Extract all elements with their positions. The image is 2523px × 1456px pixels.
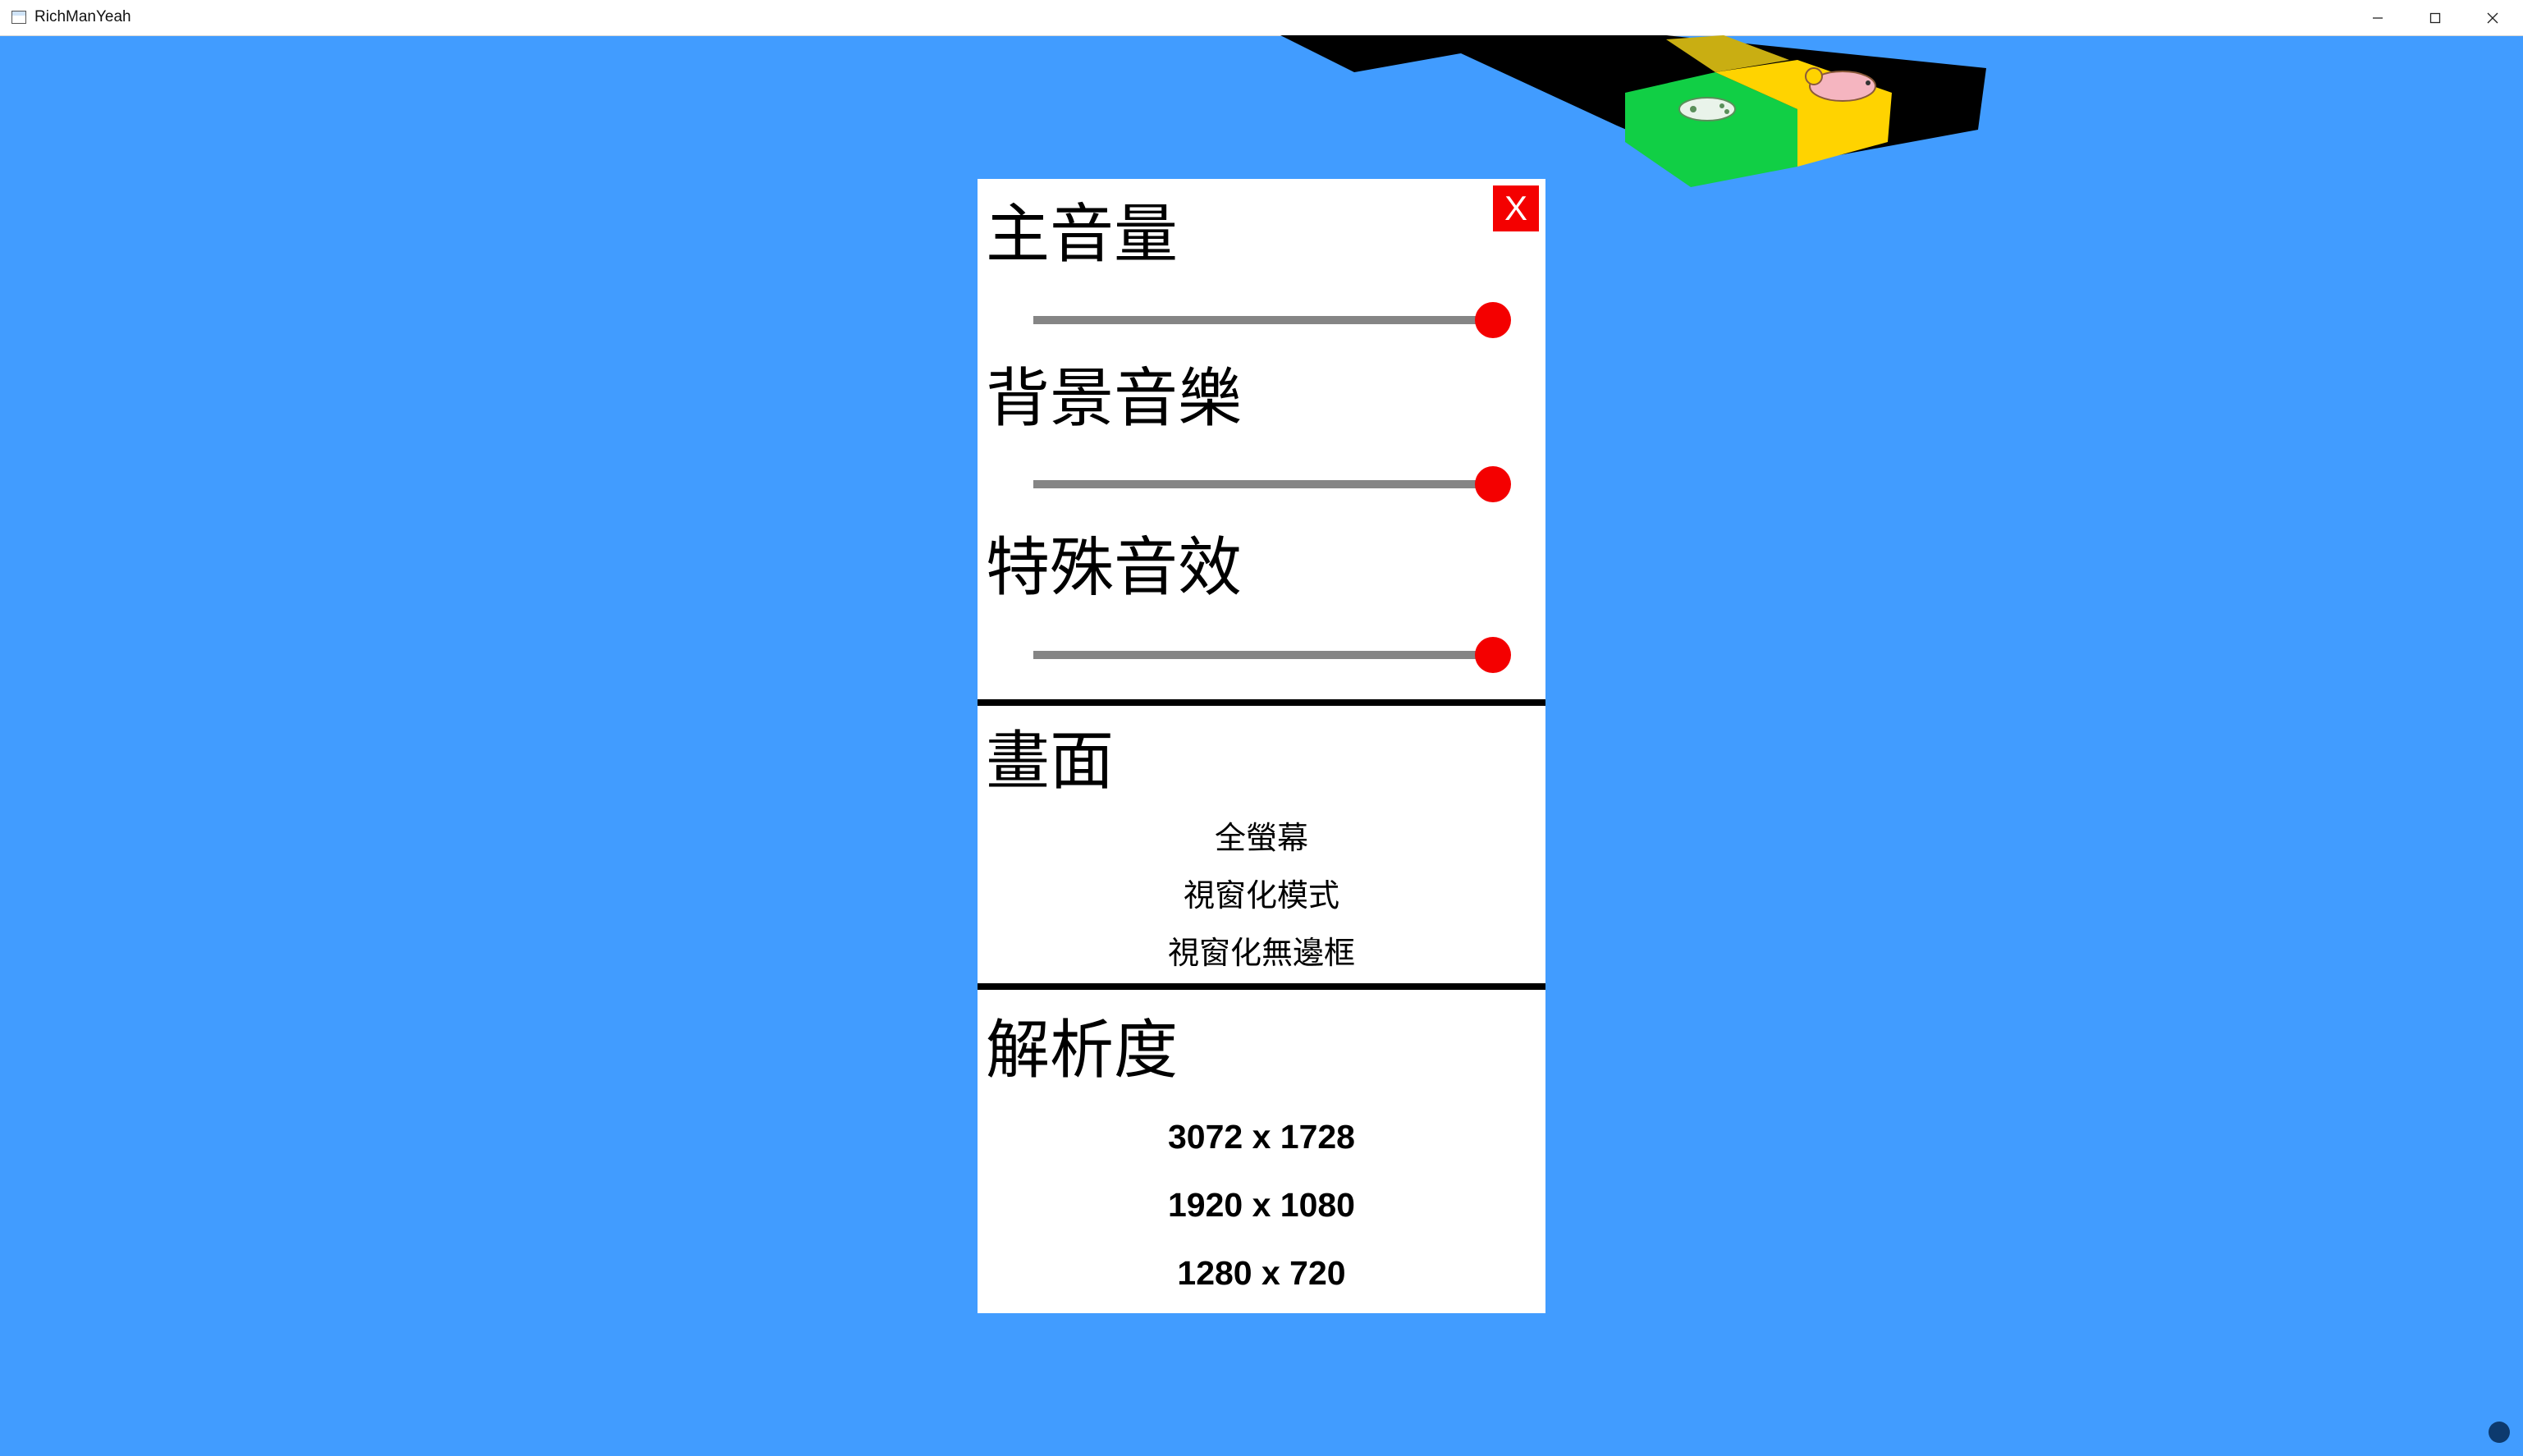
app-window-icon — [11, 11, 26, 24]
settings-close-button[interactable]: X — [1493, 185, 1539, 231]
window-close-button[interactable] — [2464, 0, 2521, 35]
minimize-button[interactable] — [2349, 0, 2406, 35]
display-option-borderless[interactable]: 視窗化無邊框 — [978, 932, 1545, 973]
game-board — [1280, 35, 1986, 187]
slider-track — [1033, 316, 1493, 324]
display-option-windowed[interactable]: 視窗化模式 — [978, 875, 1545, 916]
gamepad-icon — [1678, 97, 1736, 121]
master-volume-slider[interactable] — [1033, 302, 1511, 338]
maximize-icon — [2429, 12, 2441, 23]
section-divider — [978, 983, 1545, 990]
title-bar: RichManYeah — [0, 0, 2523, 36]
bgm-volume-slider[interactable] — [1033, 466, 1511, 502]
slider-thumb[interactable] — [1475, 302, 1511, 338]
display-mode-title: 畫面 — [986, 725, 1115, 799]
display-option-fullscreen[interactable]: 全螢幕 — [978, 817, 1545, 858]
resolution-option-3072[interactable]: 3072 x 1728 — [978, 1116, 1545, 1157]
master-volume-title: 主音量 — [986, 198, 1179, 272]
slider-track — [1033, 480, 1493, 488]
game-window: RichManYeah X 主音量 背景音樂 特殊音效 畫面 全螢幕 視窗化模式… — [0, 0, 2523, 1456]
slider-thumb[interactable] — [1475, 466, 1511, 502]
section-divider — [978, 699, 1545, 706]
resolution-option-1280[interactable]: 1280 x 720 — [978, 1252, 1545, 1293]
resolution-option-1920[interactable]: 1920 x 1080 — [978, 1184, 1545, 1225]
settings-panel: X 主音量 背景音樂 特殊音效 畫面 全螢幕 視窗化模式 視窗化無邊框 解析度 … — [978, 179, 1545, 1313]
slider-track — [1033, 651, 1493, 659]
minimize-icon — [2373, 16, 2383, 19]
bgm-volume-title: 背景音樂 — [986, 362, 1243, 436]
close-icon — [2487, 12, 2498, 23]
resolution-title: 解析度 — [986, 1014, 1179, 1087]
window-title: RichManYeah — [34, 8, 131, 25]
sfx-volume-title: 特殊音效 — [986, 531, 1243, 605]
maximize-button[interactable] — [2406, 0, 2464, 35]
status-indicator-dot — [2489, 1422, 2510, 1443]
sfx-volume-slider[interactable] — [1033, 637, 1511, 673]
slider-thumb[interactable] — [1475, 637, 1511, 673]
